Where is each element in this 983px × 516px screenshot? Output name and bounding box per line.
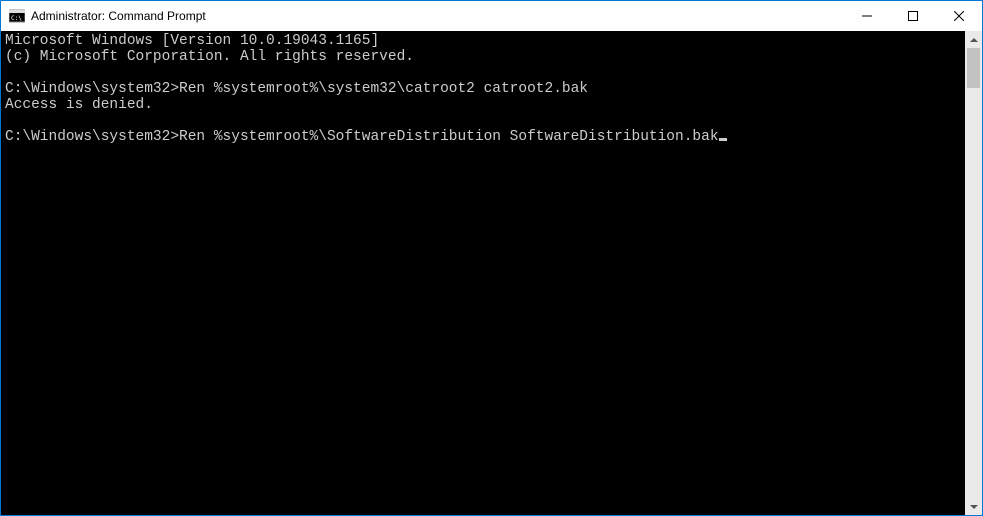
console-area: Microsoft Windows [Version 10.0.19043.11… [1,31,982,515]
titlebar[interactable]: C:\ Administrator: Command Prompt [1,1,982,31]
prompt-path: C:\Windows\system32> [5,129,179,145]
scrollbar-track[interactable] [965,48,982,498]
svg-text:C:\: C:\ [11,15,22,22]
scroll-down-button[interactable] [965,498,982,515]
version-line: Microsoft Windows [Version 10.0.19043.11… [5,33,379,49]
window-title: Administrator: Command Prompt [31,9,206,23]
prompt-path: C:\Windows\system32> [5,81,179,97]
scrollbar-thumb[interactable] [967,48,980,88]
copyright-line: (c) Microsoft Corporation. All rights re… [5,49,414,65]
command-prompt-window: C:\ Administrator: Command Prompt Micros… [1,1,982,515]
close-button[interactable] [936,1,982,31]
scroll-up-button[interactable] [965,31,982,48]
maximize-button[interactable] [890,1,936,31]
console-output[interactable]: Microsoft Windows [Version 10.0.19043.11… [1,31,965,515]
vertical-scrollbar[interactable] [965,31,982,515]
title-left: C:\ Administrator: Command Prompt [1,8,206,24]
text-cursor [719,138,727,141]
window-controls [844,1,982,31]
command-text: Ren %systemroot%\system32\catroot2 catro… [179,81,588,97]
command-text: Ren %systemroot%\SoftwareDistribution So… [179,129,719,145]
minimize-button[interactable] [844,1,890,31]
cmd-icon: C:\ [9,8,25,24]
response-line: Access is denied. [5,97,153,113]
